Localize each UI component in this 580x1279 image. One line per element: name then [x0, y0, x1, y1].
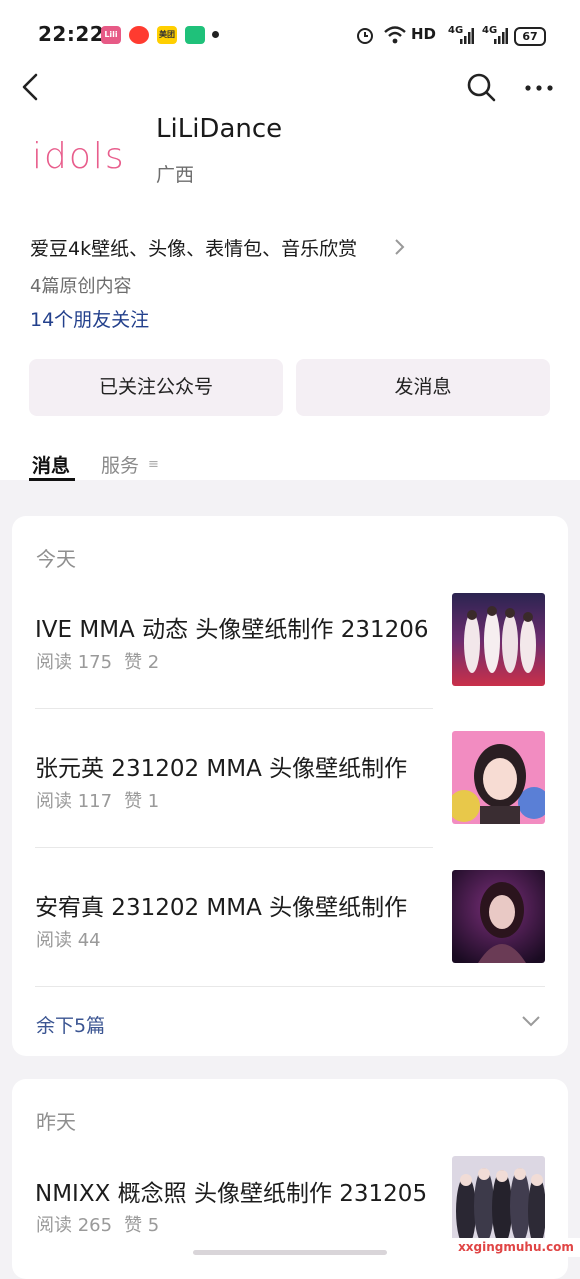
divider [35, 708, 433, 709]
account-description[interactable]: 爱豆4k壁纸、头像、表情包、音乐欣赏 [30, 234, 357, 261]
account-region: 广西 [156, 164, 195, 186]
wifi-icon [384, 26, 406, 44]
chevron-down-icon[interactable] [520, 1013, 542, 1029]
back-arrow-icon[interactable] [18, 70, 48, 104]
divider [35, 847, 433, 848]
article-title[interactable]: 安宥真 231202 MMA 头像壁纸制作 [35, 888, 407, 922]
article-likes: 赞 1 [124, 791, 160, 812]
article-thumbnail[interactable] [452, 870, 545, 963]
alarm-icon [357, 28, 373, 44]
hd-indicator: HD [411, 25, 437, 43]
article-meta: 阅读 44 [36, 926, 125, 952]
status-bar: 22:22 Lili 美团 HD 4G 4G 67 [0, 0, 580, 70]
more-dots-icon[interactable] [524, 80, 554, 96]
article-meta: 阅读 175 赞 2 [36, 648, 171, 674]
article-reads: 阅读 117 [36, 791, 113, 812]
friends-following-link[interactable]: 14个朋友关注 [30, 305, 149, 332]
search-icon[interactable] [466, 72, 496, 102]
home-indicator [193, 1250, 387, 1255]
signal-icon-2 [494, 28, 508, 44]
green-app-icon [185, 26, 205, 44]
article-thumbnail[interactable] [452, 593, 545, 686]
battery-indicator: 67 [514, 27, 546, 46]
divider [35, 986, 545, 987]
original-count: 4篇原创内容 [30, 276, 132, 297]
red-video-app-icon [129, 26, 149, 44]
watermark: xxgingmuhu.com [452, 1238, 580, 1257]
signal-icon [460, 28, 474, 44]
svg-text:idols: idols [32, 136, 126, 177]
tab-services[interactable]: 服务 [101, 451, 139, 478]
send-message-button[interactable]: 发消息 [296, 359, 550, 416]
article-reads: 阅读 175 [36, 652, 113, 673]
message-group-today: 今天 IVE MMA 动态 头像壁纸制作 231206 阅读 175 赞 2 张元… [12, 516, 568, 1056]
account-name: LiLiDance [156, 114, 283, 144]
meituan-app-icon: 美团 [157, 26, 177, 44]
group-date: 昨天 [36, 1110, 76, 1134]
article-title[interactable]: NMIXX 概念照 头像壁纸制作 231205 [35, 1174, 427, 1208]
article-thumbnail[interactable] [452, 1156, 545, 1249]
article-title[interactable]: IVE MMA 动态 头像壁纸制作 231206 [35, 610, 429, 644]
followed-button[interactable]: 已关注公众号 [29, 359, 283, 416]
article-meta: 阅读 117 赞 1 [36, 787, 171, 813]
chevron-right-icon[interactable] [392, 236, 406, 258]
article-meta: 阅读 265 赞 5 [36, 1211, 171, 1237]
article-likes: 赞 5 [124, 1215, 160, 1236]
tab-active-indicator [29, 478, 75, 481]
status-time: 22:22 [38, 22, 105, 46]
lili-app-icon: Lili [101, 26, 121, 44]
menu-icon[interactable]: ≡ [148, 457, 159, 472]
group-date: 今天 [36, 547, 76, 571]
article-thumbnail[interactable] [452, 731, 545, 824]
tab-messages[interactable]: 消息 [32, 451, 70, 478]
article-reads: 阅读 265 [36, 1215, 113, 1236]
article-likes: 赞 2 [124, 652, 160, 673]
article-reads: 阅读 44 [36, 930, 101, 951]
remaining-articles-link[interactable]: 余下5篇 [36, 1011, 105, 1038]
notification-dot-icon [212, 31, 219, 38]
account-logo: idols [32, 136, 126, 177]
article-title[interactable]: 张元英 231202 MMA 头像壁纸制作 [35, 749, 407, 783]
